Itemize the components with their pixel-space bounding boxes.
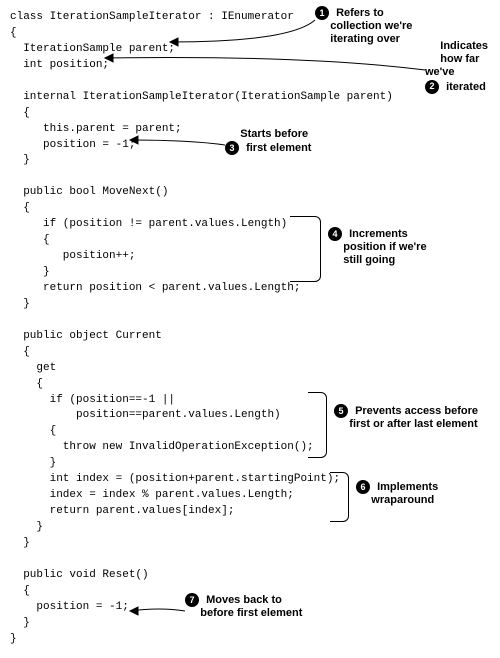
bracket-6	[330, 472, 349, 522]
annotation-2-line2: how far we've	[425, 53, 479, 78]
annotation-1-line3: iterating over	[330, 33, 400, 45]
annotation-5: 5 Prevents access before first or after …	[334, 404, 478, 431]
annotation-1: 1 Refers to collection we're iterating o…	[315, 6, 412, 46]
annotation-6: 6 Implements wraparound	[356, 480, 438, 507]
bracket-4	[290, 216, 321, 282]
badge-5: 5	[334, 404, 348, 418]
annotation-7-line1: Moves back to	[206, 594, 282, 606]
badge-7: 7	[185, 593, 199, 607]
annotation-5-line1: Prevents access before	[355, 405, 478, 417]
annotation-4-line1: Increments	[349, 228, 408, 240]
annotation-1-line2: collection we're	[330, 20, 412, 32]
annotation-3: Starts before 3 first element	[225, 128, 311, 155]
badge-6: 6	[356, 480, 370, 494]
bracket-5	[308, 392, 327, 458]
annotation-6-line2: wraparound	[371, 494, 434, 506]
annotation-5-line2: first or after last element	[349, 418, 477, 430]
annotation-4: 4 Increments position if we're still goi…	[328, 227, 427, 267]
annotation-6-line1: Implements	[377, 481, 438, 493]
badge-3: 3	[225, 141, 239, 155]
annotation-2-line3: iterated	[446, 80, 486, 92]
annotation-2: Indicates how far we've 2 iterated	[425, 40, 500, 94]
annotation-2-line1: Indicates	[440, 40, 488, 52]
annotation-7-line2: before first element	[200, 607, 302, 619]
annotation-4-line2: position if we're	[343, 241, 426, 253]
annotation-3-line2: first element	[246, 142, 311, 154]
badge-1: 1	[315, 6, 329, 20]
badge-4: 4	[328, 227, 342, 241]
badge-2: 2	[425, 80, 439, 94]
annotation-7: 7 Moves back to before first element	[185, 593, 302, 620]
annotation-1-line1: Refers to	[336, 7, 384, 19]
code-listing: class IterationSampleIterator : IEnumera…	[10, 10, 490, 648]
annotation-3-line1: Starts before	[240, 128, 308, 140]
annotation-4-line3: still going	[343, 254, 395, 266]
